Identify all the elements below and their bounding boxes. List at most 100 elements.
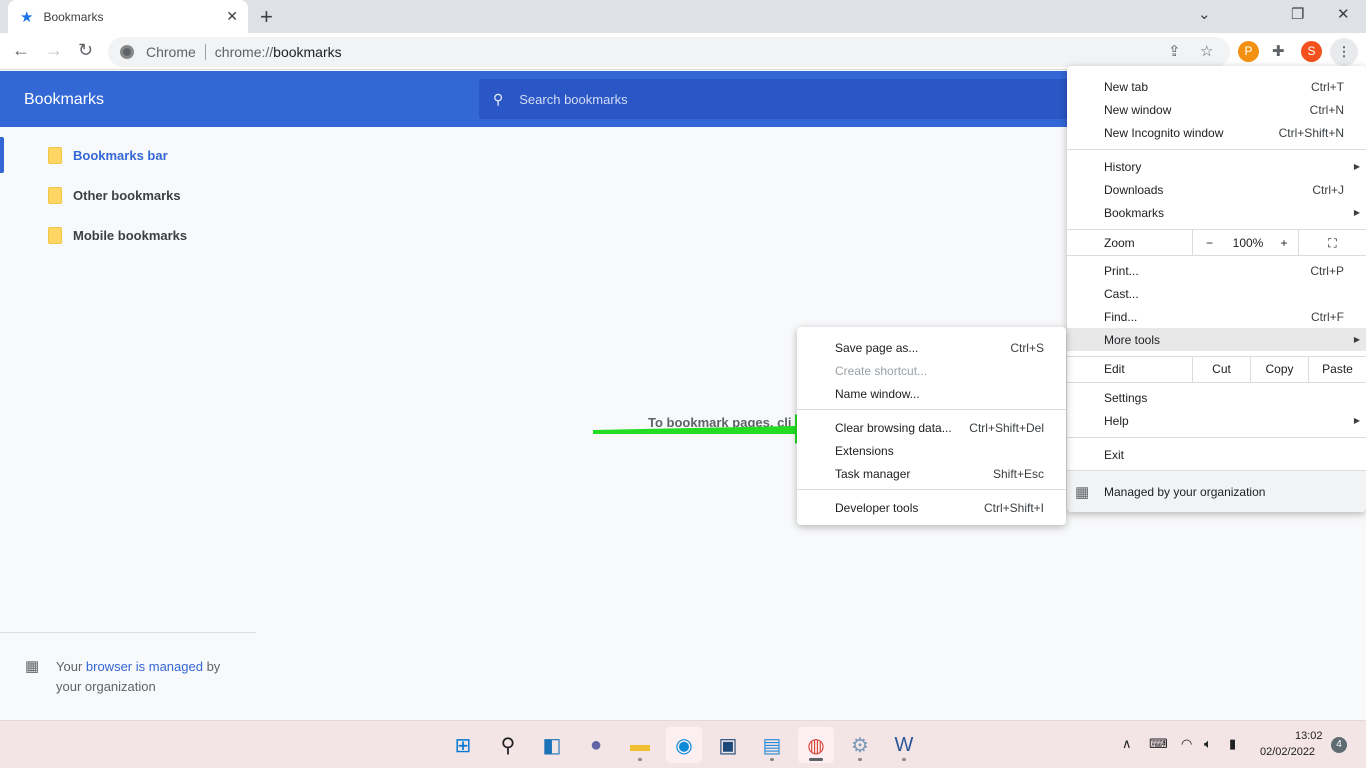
chrome-menu: New tab Ctrl+T New window Ctrl+N New Incog… [1067, 66, 1366, 512]
fullscreen-icon[interactable]: ⛶ [1298, 230, 1366, 256]
menu-exit[interactable]: Exit [1067, 443, 1366, 466]
managed-link[interactable]: browser is managed [86, 659, 203, 674]
menu-new-incognito[interactable]: New Incognito window Ctrl+Shift+N [1067, 121, 1366, 144]
new-tab-button[interactable]: + [260, 4, 273, 30]
divider [204, 44, 206, 60]
menu-settings[interactable]: Settings [1067, 386, 1366, 409]
chevron-right-icon: ▶ [1353, 208, 1360, 217]
cut-button[interactable]: Cut [1192, 356, 1250, 382]
menu-edit: Edit Cut Copy Paste [1067, 356, 1366, 382]
menu-help[interactable]: Help ▶ [1067, 409, 1366, 432]
divider [0, 632, 256, 633]
sidebar-item-other-bookmarks[interactable]: Other bookmarks [0, 177, 256, 213]
divider [1067, 255, 1366, 256]
chevron-right-icon: ▶ [1353, 162, 1360, 171]
menu-extensions[interactable]: Extensions [797, 439, 1066, 462]
extension-p-icon[interactable]: P [1238, 41, 1259, 62]
folder-icon [48, 146, 62, 164]
sidebar-item-label: Mobile bookmarks [73, 227, 188, 243]
notification-badge[interactable]: 4 [1331, 737, 1347, 753]
menu-kebab-icon[interactable]: ⋮ [1330, 38, 1358, 66]
volume-icon[interactable]: 🔈︎ [1204, 736, 1212, 752]
sidebar-item-label: Other bookmarks [73, 187, 181, 203]
page-title: Bookmarks [24, 91, 105, 108]
divider [797, 489, 1066, 490]
sidebar-item-mobile-bookmarks[interactable]: Mobile bookmarks [0, 217, 256, 253]
clock-date[interactable]: 02/02/2022 [1260, 746, 1315, 758]
copy-button[interactable]: Copy [1250, 356, 1308, 382]
store-icon[interactable]: ▣ [710, 727, 746, 763]
green-arrow-annotation [593, 414, 822, 444]
file-explorer-icon[interactable]: ▬ [622, 727, 658, 763]
wifi-icon[interactable]: ◠ [1181, 736, 1192, 752]
tab-search-icon[interactable]: ⌄ [1198, 5, 1211, 23]
menu-zoom: Zoom − 100% + ⛶ [1067, 230, 1366, 256]
restore-icon[interactable]: ❐ [1291, 5, 1304, 23]
zoom-in-button[interactable]: + [1270, 230, 1298, 256]
menu-cast[interactable]: Cast... [1067, 282, 1366, 305]
menu-more-tools[interactable]: More tools ▶ [1067, 328, 1366, 351]
bookmark-star-icon[interactable]: ☆ [1200, 42, 1213, 60]
settings-gear-icon[interactable]: ⚙ [842, 727, 878, 763]
menu-name-window[interactable]: Name window... [797, 382, 1066, 405]
clock-time[interactable]: 13:02 [1295, 730, 1323, 742]
word-icon[interactable]: W [886, 727, 922, 763]
menu-history[interactable]: History ▶ [1067, 155, 1366, 178]
folder-icon [48, 186, 62, 204]
search-input[interactable]: ⚲ Search bookmarks [479, 79, 1099, 119]
teams-chat-icon[interactable]: ● [578, 727, 614, 763]
menu-clear-browsing-data[interactable]: Clear browsing data... Ctrl+Shift+Del [797, 416, 1066, 439]
chevron-right-icon: ▶ [1353, 416, 1360, 425]
chrome-taskbar-icon[interactable]: ◍ [798, 727, 834, 763]
building-icon: ▦ [25, 658, 40, 675]
edge-icon[interactable]: ◉ [666, 727, 702, 763]
menu-print[interactable]: Print... Ctrl+P [1067, 259, 1366, 282]
menu-new-tab[interactable]: New tab Ctrl+T [1067, 75, 1366, 98]
address-bar[interactable]: Chrome chrome://bookmarks [108, 37, 1230, 67]
paste-button[interactable]: Paste [1308, 356, 1366, 382]
menu-bookmarks[interactable]: Bookmarks ▶ [1067, 201, 1366, 224]
back-icon[interactable]: ← [12, 40, 30, 61]
folder-icon [48, 226, 62, 244]
taskbar: ⊞ ⚲ ◧ ● ▬ ◉ ▣ ▤ ◍ ⚙ W ∧ ⌨ ◠ 🔈︎ ▮ 13:02 0… [0, 720, 1366, 768]
close-window-icon[interactable]: ✕ [1337, 5, 1350, 23]
more-tools-submenu: Save page as... Ctrl+S Create shortcut...… [797, 327, 1066, 525]
divider [1067, 437, 1366, 438]
control-panel-icon[interactable]: ▤ [754, 727, 790, 763]
chevron-up-icon[interactable]: ∧ [1122, 736, 1132, 752]
menu-new-window[interactable]: New window Ctrl+N [1067, 98, 1366, 121]
tab-bookmarks[interactable]: ★ Bookmarks ✕ [8, 0, 248, 33]
menu-task-manager[interactable]: Task manager Shift+Esc [797, 462, 1066, 485]
forward-icon[interactable]: → [45, 40, 63, 61]
profile-avatar[interactable]: S [1301, 41, 1322, 62]
battery-icon[interactable]: ▮ [1229, 736, 1236, 752]
arrow-shape [593, 414, 822, 444]
zoom-out-button[interactable]: − [1192, 230, 1226, 256]
omnibox-label: Chrome [146, 44, 196, 60]
menu-downloads[interactable]: Downloads Ctrl+J [1067, 178, 1366, 201]
menu-create-shortcut[interactable]: Create shortcut... [797, 359, 1066, 382]
extensions-puzzle-icon[interactable]: ✚ [1272, 42, 1285, 60]
star-icon: ★ [20, 8, 34, 26]
url-text: chrome://bookmarks [214, 44, 342, 60]
building-icon: ▦ [1075, 483, 1090, 501]
tab-title: Bookmarks [43, 9, 104, 24]
start-icon[interactable]: ⊞ [445, 727, 481, 763]
search-icon: ⚲ [493, 90, 504, 107]
keyboard-icon[interactable]: ⌨ [1149, 736, 1168, 752]
menu-find[interactable]: Find... Ctrl+F [1067, 305, 1366, 328]
widgets-icon[interactable]: ◧ [534, 727, 570, 763]
divider [797, 409, 1066, 410]
menu-developer-tools[interactable]: Developer tools Ctrl+Shift+I [797, 496, 1066, 519]
close-tab-icon[interactable]: ✕ [226, 8, 238, 25]
share-icon[interactable]: ⇪ [1168, 42, 1181, 60]
divider [1067, 149, 1366, 150]
search-icon[interactable]: ⚲ [490, 727, 526, 763]
zoom-level: 100% [1232, 236, 1264, 250]
reload-icon[interactable]: ↻ [78, 40, 93, 61]
sidebar-item-label: Bookmarks bar [73, 147, 168, 163]
sidebar-item-bookmarks-bar[interactable]: Bookmarks bar [0, 137, 256, 173]
chevron-right-icon: ▶ [1353, 335, 1360, 344]
menu-save-page[interactable]: Save page as... Ctrl+S [797, 336, 1066, 359]
menu-managed[interactable]: ▦ Managed by your organization [1067, 471, 1366, 512]
